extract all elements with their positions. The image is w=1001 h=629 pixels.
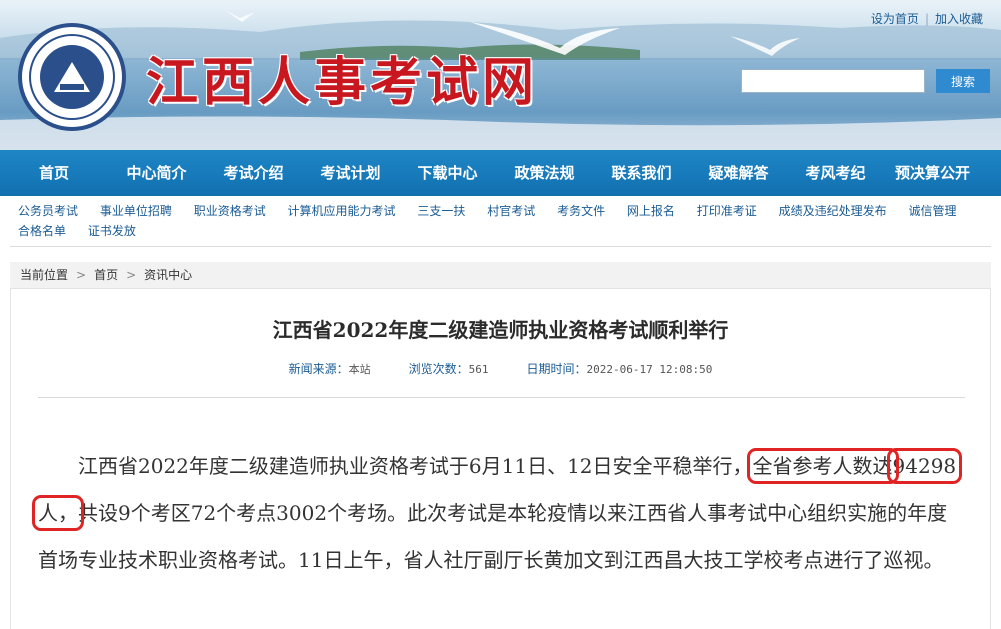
breadcrumb: 当前位置 > 首页 > 资讯中心 <box>10 262 991 289</box>
sub-nav-item[interactable]: 职业资格考试 <box>194 201 266 221</box>
nav-item-about[interactable]: 中心简介 <box>108 150 205 196</box>
article-meta: 新闻来源：本站 浏览次数：561 日期时间：2022-06-17 12:08:50 <box>0 360 1001 377</box>
site-title: 江西人事考试网 <box>146 52 539 113</box>
divider <box>38 397 965 398</box>
sub-nav-item[interactable]: 事业单位招聘 <box>100 201 172 221</box>
search-button[interactable]: 搜索 <box>936 69 990 93</box>
source-label: 新闻来源： <box>288 362 349 376</box>
main-nav: 首页 中心简介 考试介绍 考试计划 下载中心 政策法规 联系我们 疑难解答 考风… <box>0 150 1001 196</box>
source-value: 本站 <box>348 363 371 376</box>
breadcrumb-link-home[interactable]: 首页 <box>94 268 118 282</box>
sub-nav-item[interactable]: 诚信管理 <box>908 201 956 221</box>
sub-nav-item[interactable]: 考务文件 <box>557 201 605 221</box>
breadcrumb-label: 当前位置 <box>20 268 69 282</box>
sub-nav-item[interactable]: 计算机应用能力考试 <box>288 201 396 221</box>
sub-nav-item[interactable]: 证书发放 <box>88 221 136 241</box>
sub-nav-item[interactable]: 三支一扶 <box>417 201 465 221</box>
nav-item-contact[interactable]: 联系我们 <box>593 150 690 196</box>
article-body: 江西省2022年度二级建造师执业资格考试于6月11日、12日安全平稳举行，全省参… <box>31 443 965 584</box>
date-value: 2022-06-17 12:08:50 <box>586 363 713 376</box>
sub-nav-item[interactable]: 网上报名 <box>627 201 675 221</box>
sub-nav: 公务员考试 事业单位招聘 职业资格考试 计算机应用能力考试 三支一扶 村官考试 … <box>18 201 978 241</box>
site-logo[interactable] <box>10 22 134 132</box>
body-text-2: 共设9个考区72个考点3002个考场。此次考试是本轮疫情以来江西省人事考试中心组… <box>38 501 948 572</box>
divider <box>10 246 991 247</box>
breadcrumb-link-news[interactable]: 资讯中心 <box>144 268 192 282</box>
set-homepage-link[interactable]: 设为首页 <box>871 12 919 26</box>
nav-item-home[interactable]: 首页 <box>0 150 108 196</box>
nav-item-exam-intro[interactable]: 考试介绍 <box>205 150 302 196</box>
nav-item-faq[interactable]: 疑难解答 <box>690 150 787 196</box>
sub-nav-item[interactable]: 打印准考证 <box>697 201 757 221</box>
add-favorite-link[interactable]: 加入收藏 <box>935 12 983 26</box>
emblem-icon <box>18 23 126 131</box>
header-banner: 江西人事考试网 设为首页 | 加入收藏 搜索 <box>0 0 1001 150</box>
views-label: 浏览次数： <box>408 362 469 376</box>
body-text-1: 江西省2022年度二级建造师执业资格考试于6月11日、12日安全平稳举行， <box>78 454 753 478</box>
views-value: 561 <box>468 363 489 376</box>
chevron-right-icon: > <box>126 268 137 282</box>
date-label: 日期时间： <box>526 362 587 376</box>
search-input[interactable] <box>741 69 925 93</box>
top-links: 设为首页 | 加入收藏 <box>871 10 983 27</box>
sub-nav-item[interactable]: 公务员考试 <box>18 201 78 221</box>
nav-item-exam-plan[interactable]: 考试计划 <box>302 150 399 196</box>
divider: | <box>924 12 929 26</box>
chevron-right-icon: > <box>76 268 87 282</box>
sub-nav-item[interactable]: 成绩及违纪处理发布 <box>779 201 887 221</box>
nav-item-policies[interactable]: 政策法规 <box>496 150 593 196</box>
nav-item-budget[interactable]: 预决算公开 <box>884 150 981 196</box>
sub-nav-item[interactable]: 村官考试 <box>487 201 535 221</box>
nav-item-exam-discipline[interactable]: 考风考纪 <box>787 150 884 196</box>
sub-nav-item[interactable]: 合格名单 <box>18 221 66 241</box>
highlighted-text-1: 全省参考人数达 <box>746 448 899 484</box>
nav-item-downloads[interactable]: 下载中心 <box>399 150 496 196</box>
article-title: 江西省2022年度二级建造师执业资格考试顺利举行 <box>272 318 729 342</box>
